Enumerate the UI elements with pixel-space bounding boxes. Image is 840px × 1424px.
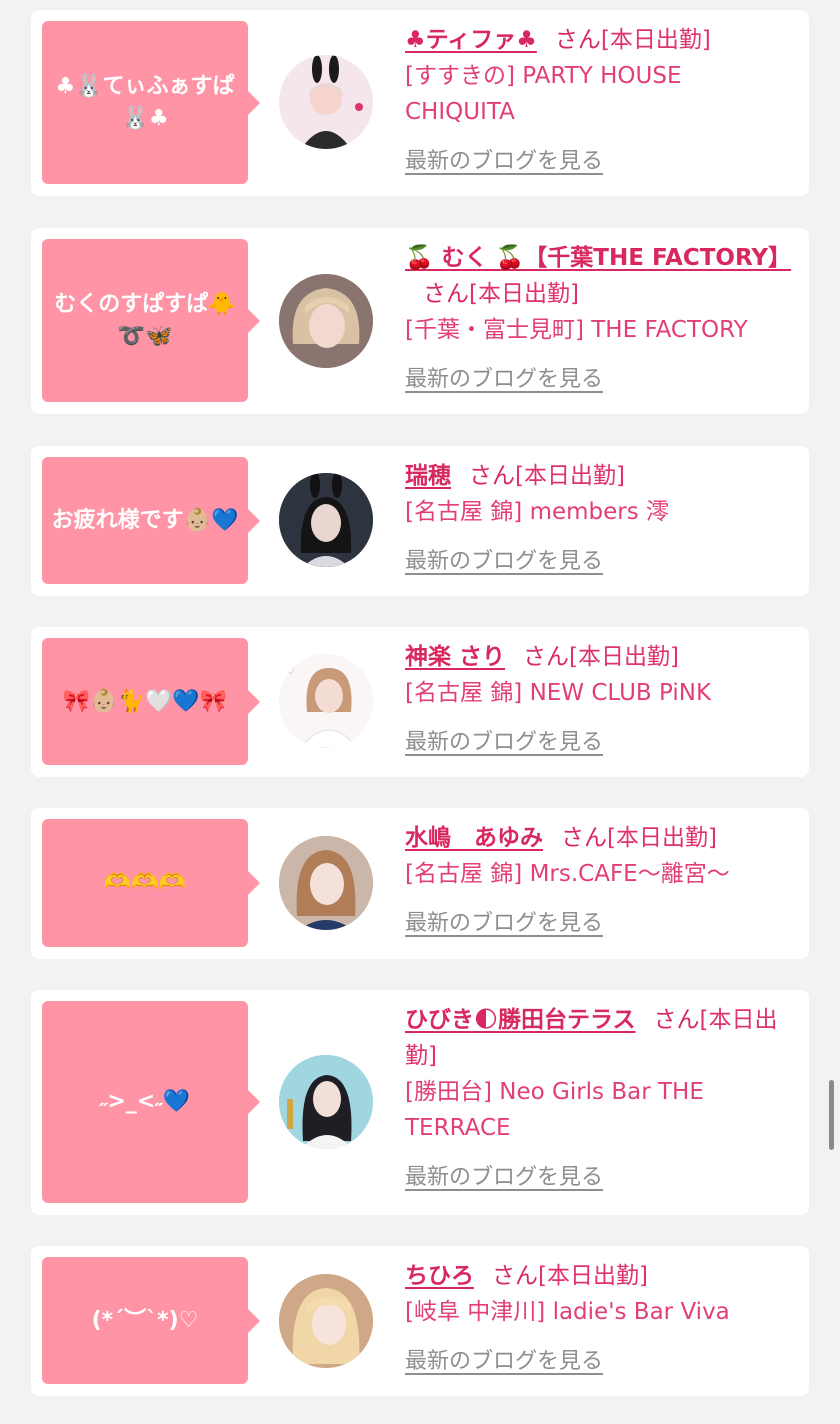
store-name: [名古屋 錦] Mrs.CAFE〜離宮〜 (405, 861, 730, 887)
avatar[interactable]: ♡ (279, 654, 373, 748)
work-status: [本日出勤] (607, 825, 717, 851)
avatar[interactable] (279, 473, 373, 567)
message-bubble: ˶>_<˶💙 (42, 1001, 260, 1203)
avatar[interactable] (279, 274, 373, 368)
girl-name-link[interactable]: 神楽 さり (405, 644, 505, 670)
work-status: [本日出勤] (469, 281, 579, 307)
girl-card: むくのすぱすぱ🐥➰🦋 🍒 むく 🍒【千葉THE FACTORY】さん[本日出勤]… (31, 228, 809, 414)
store-name: [名古屋 錦] members 澪 (405, 499, 670, 525)
girl-info: 神楽 さり さん[本日出勤] [名古屋 錦] NEW CLUB PiNK 最新のブ… (405, 639, 795, 761)
avatar[interactable] (279, 55, 373, 149)
message-bubble: お疲れ様です👶🏼💙 (42, 457, 260, 584)
latest-blog-link[interactable]: 最新のブログを見る (405, 906, 603, 942)
latest-blog-link[interactable]: 最新のブログを見る (405, 725, 603, 761)
girl-info: ひびき🌓勝田台テラス さん[本日出勤] [勝田台] Neo Girls Bar T… (405, 1002, 795, 1196)
girl-name-link[interactable]: 🍒 むく 🍒【千葉THE FACTORY】 (405, 245, 791, 271)
honorific: さん (561, 825, 607, 851)
store-name: [すすきの] PARTY HOUSE CHIQUITA (405, 63, 682, 125)
girl-info: ♣ティファ♣ さん[本日出勤] [すすきの] PARTY HOUSE CHIQUI… (405, 22, 795, 180)
avatar[interactable] (279, 1274, 373, 1368)
latest-blog-link[interactable]: 最新のブログを見る (405, 144, 603, 180)
work-status: [本日出勤] (569, 644, 679, 670)
girl-card: (*´︶`*)♡ ちひろ さん[本日出勤] [岐阜 中津川] ladie's Ba… (31, 1246, 809, 1396)
girl-info: 🍒 むく 🍒【千葉THE FACTORY】さん[本日出勤] [千葉・富士見町] … (405, 240, 795, 398)
girl-card: ˶>_<˶💙 ひびき🌓勝田台テラス さん[本日出勤] [勝田台] Neo Girl… (31, 990, 809, 1215)
store-name: [勝田台] Neo Girls Bar THE TERRACE (405, 1079, 704, 1141)
message-bubble: 🎀👶🏼🐈🤍💙🎀 (42, 638, 260, 765)
honorific: さん (653, 1007, 700, 1033)
store-name: [岐阜 中津川] ladie's Bar Viva (405, 1299, 730, 1325)
honorific: さん (469, 463, 515, 489)
honorific: さん (523, 644, 570, 670)
store-name: [千葉・富士見町] THE FACTORY (405, 317, 748, 343)
girl-name-link[interactable]: ひびき🌓勝田台テラス (405, 1007, 636, 1033)
latest-blog-link[interactable]: 最新のブログを見る (405, 1160, 603, 1196)
avatar[interactable] (279, 1055, 373, 1149)
latest-blog-link[interactable]: 最新のブログを見る (405, 362, 603, 398)
honorific: さん (423, 281, 469, 307)
girl-info: 瑞穂 さん[本日出勤] [名古屋 錦] members 澪 最新のブログを見る (405, 458, 795, 580)
scrollbar[interactable] (829, 1080, 834, 1150)
message-bubble: 🫶🫶🫶 (42, 819, 260, 947)
girl-name-link[interactable]: 瑞穂 (405, 463, 451, 489)
message-bubble: むくのすぱすぱ🐥➰🦋 (42, 239, 260, 402)
girl-name-link[interactable]: 水嶋 あゆみ (405, 825, 543, 851)
message-bubble: (*´︶`*)♡ (42, 1257, 260, 1384)
girl-card: 🫶🫶🫶 水嶋 あゆみ さん[本日出勤] [名古屋 錦] Mrs.CAFE〜離宮〜 … (31, 808, 809, 959)
store-name: [名古屋 錦] NEW CLUB PiNK (405, 680, 712, 706)
message-bubble: ♣🐰てぃふぁすぱ🐰♣ (42, 21, 260, 184)
honorific: さん (492, 1263, 538, 1289)
girl-card: お疲れ様です👶🏼💙 瑞穂 さん[本日出勤] [名古屋 錦] members 澪 最… (31, 446, 809, 596)
avatar[interactable] (279, 836, 373, 930)
girl-info: ちひろ さん[本日出勤] [岐阜 中津川] ladie's Bar Viva 最新… (405, 1258, 795, 1380)
svg-text:♡: ♡ (287, 667, 294, 676)
honorific: さん (554, 27, 601, 53)
girl-name-link[interactable]: ♣ティファ♣ (405, 27, 537, 53)
work-status: [本日出勤] (600, 27, 711, 53)
work-status: [本日出勤] (515, 463, 625, 489)
girl-info: 水嶋 あゆみ さん[本日出勤] [名古屋 錦] Mrs.CAFE〜離宮〜 最新のブ… (405, 820, 795, 942)
girl-name-link[interactable]: ちひろ (405, 1263, 474, 1289)
latest-blog-link[interactable]: 最新のブログを見る (405, 1344, 603, 1380)
work-status: [本日出勤] (538, 1263, 648, 1289)
latest-blog-link[interactable]: 最新のブログを見る (405, 544, 603, 580)
girl-card: 🎀👶🏼🐈🤍💙🎀 ♡ 神楽 さり さん[本日出勤] [名古屋 錦] NEW CLUB… (31, 627, 809, 777)
girl-card: ♣🐰てぃふぁすぱ🐰♣ ♣ティファ♣ さん[本日出勤] [すすきの] PARTY H… (31, 10, 809, 196)
